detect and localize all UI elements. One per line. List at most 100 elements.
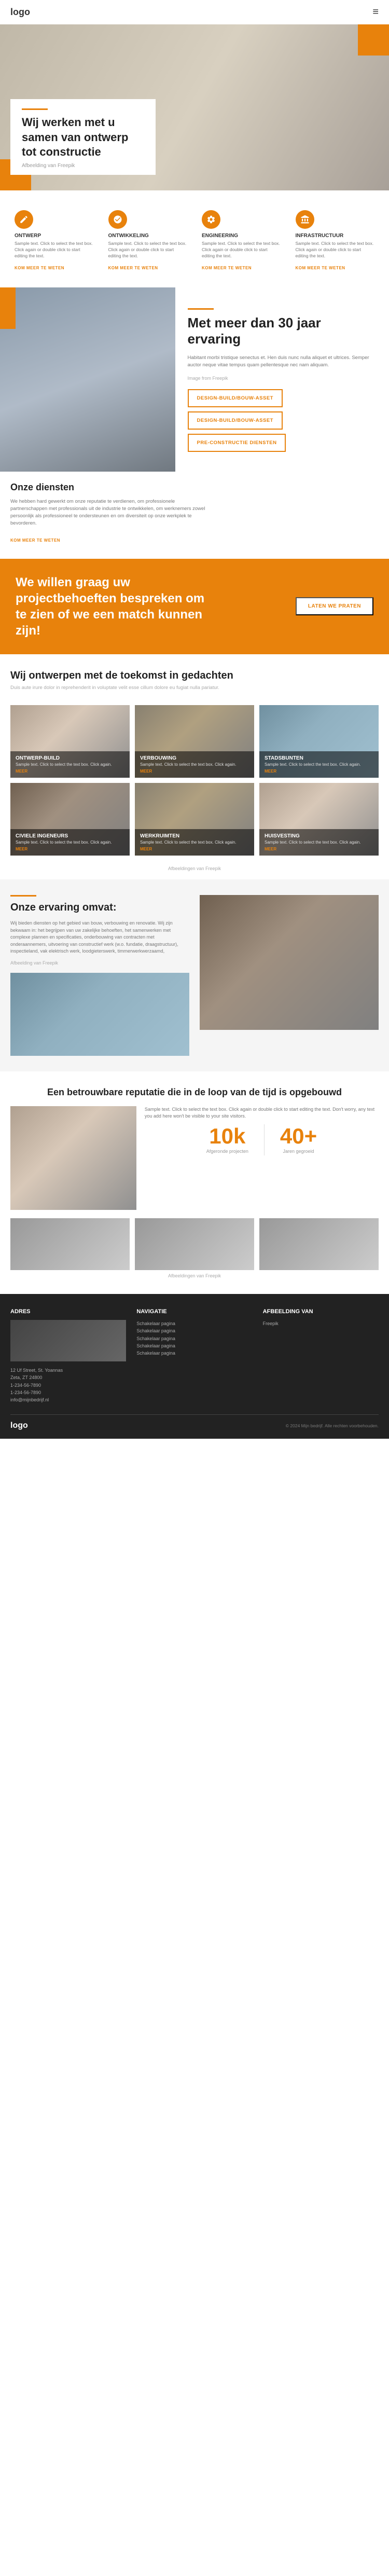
service-icon-engineering xyxy=(202,210,220,229)
stat-10k-label: Afgeronde projecten xyxy=(206,1149,248,1154)
diensten-btn-1[interactable]: DESIGN-BUILD/BOUW-ASSET xyxy=(188,411,283,430)
footer-bottom: logo © 2024 Mijn bedrijf. Alle rechten v… xyxy=(10,1414,379,1430)
project-more-4[interactable]: MEER xyxy=(140,847,249,851)
project-more-1[interactable]: MEER xyxy=(140,769,249,774)
orange-underline xyxy=(22,108,48,110)
service-icon-infrastructuur xyxy=(296,210,314,229)
footer-nav-link-1[interactable]: Schakelaar pagina xyxy=(136,1327,252,1334)
orange-accent-top-right xyxy=(358,24,389,56)
footer-address-line1: Zeta, ZT 24800 xyxy=(10,1374,126,1381)
stat-divider xyxy=(264,1124,265,1155)
reputatie-small-img-1 xyxy=(135,1218,254,1270)
project-card-2: STADSBUNTEN Sample text. Click to select… xyxy=(259,705,379,778)
orange-accent-ervaring xyxy=(10,895,36,897)
project-desc-3: Sample text. Click to select the text bo… xyxy=(16,840,124,845)
stat-block-10k: 10k Afgeronde projecten xyxy=(206,1125,248,1154)
service-label-2: ENGINEERING xyxy=(202,233,281,239)
project-title-5: HUISVESTING xyxy=(265,833,373,839)
hero-text-box: Wij werken met u samen van ontwerp tot c… xyxy=(10,99,156,175)
toekomst-section: Wij ontwerpen met de toekomst in gedacht… xyxy=(0,654,389,705)
reputatie-heading: Een betrouwbare reputatie die in de loop… xyxy=(10,1087,379,1098)
footer-nav-link-4[interactable]: Schakelaar pagina xyxy=(136,1349,252,1357)
reputatie-small-img-2 xyxy=(259,1218,379,1270)
footer-address-line0: 12 Uf Street, St. Yoannas xyxy=(10,1367,126,1374)
service-text-1: Sample text. Click to select the text bo… xyxy=(108,241,188,259)
footer-email[interactable]: info@mijnbedrijf.nl xyxy=(10,1396,126,1403)
reputatie-section: Een betrouwbare reputatie die in de loop… xyxy=(0,1071,389,1294)
project-title-3: CIVIELE INGENEURS xyxy=(16,833,124,839)
ervaring-text-panel: Onze ervaring omvat: Wij bieden diensten… xyxy=(10,895,189,1056)
orange-accent-line xyxy=(188,308,214,310)
project-title-2: STADSBUNTEN xyxy=(265,755,373,761)
service-icon-ontwikkeling xyxy=(108,210,127,229)
experience-caption: Image from Freepik xyxy=(188,376,377,381)
hero-section: Wij werken met u samen van ontwerp tot c… xyxy=(0,24,389,190)
project-title-4: WERKRUIMTEN xyxy=(140,833,249,839)
footer-col-credits: AFBEELDING VAN Freepik xyxy=(263,1308,379,1404)
footer-nav-link-2[interactable]: Schakelaar pagina xyxy=(136,1335,252,1342)
nav-logo: logo xyxy=(10,7,30,18)
service-link-1[interactable]: KOM MEER TE WETEN xyxy=(108,266,158,270)
service-text-3: Sample text. Click to select the text bo… xyxy=(296,241,375,259)
cta-text: We willen graag uw projectbehoeften besp… xyxy=(16,574,213,639)
project-title-0: ONTWERP-BUILD xyxy=(16,755,124,761)
footer-logo: logo xyxy=(10,1421,28,1430)
diensten-heading: Onze diensten xyxy=(10,482,213,493)
reputatie-small-img-0 xyxy=(10,1218,130,1270)
footer-phone2: 1-234-56-7890 xyxy=(10,1389,126,1396)
service-link-0[interactable]: KOM MEER TE WETEN xyxy=(15,266,64,270)
diensten-cta[interactable]: KOM MEER TE WETEN xyxy=(10,538,60,543)
service-text-2: Sample text. Click to select the text bo… xyxy=(202,241,281,259)
footer-nav-link-0[interactable]: Schakelaar pagina xyxy=(136,1320,252,1327)
project-desc-2: Sample text. Click to select the text bo… xyxy=(265,762,373,767)
footer: ADRES 12 Uf Street, St. Yoannas Zeta, ZT… xyxy=(0,1294,389,1439)
ervaring-image-panel xyxy=(200,895,379,1030)
project-label-4: WERKRUIMTEN Sample text. Click to select… xyxy=(135,829,254,856)
service-card-ontwikkeling: ONTWIKKELING Sample text. Click to selec… xyxy=(104,205,192,277)
project-grid: ONTWERP-BUILD Sample text. Click to sele… xyxy=(0,705,389,866)
project-card-1: VERBOUWING Sample text. Click to select … xyxy=(135,705,254,778)
service-text-0: Sample text. Click to select the text bo… xyxy=(15,241,94,259)
diensten-body: We hebben hard gewerkt om onze reputatie… xyxy=(10,498,213,528)
service-link-2[interactable]: KOM MEER TE WETEN xyxy=(202,266,252,270)
diensten-content: Onze diensten We hebben hard gewerkt om … xyxy=(10,482,213,544)
ervaring-caption: Afbeelding van Freepik xyxy=(10,960,189,966)
diensten-btn-2[interactable]: PRE-CONSTRUCTIE DIENSTEN xyxy=(188,434,286,452)
reputatie-imgs-caption: Afbeeldingen van Freepik xyxy=(10,1273,379,1278)
project-desc-5: Sample text. Click to select the text bo… xyxy=(265,840,373,845)
ervaring-heading: Onze ervaring omvat: xyxy=(10,902,189,914)
services-grid: ONTWERP Sample text. Click to select the… xyxy=(10,205,379,277)
project-more-5[interactable]: MEER xyxy=(265,847,373,851)
hero-caption: Afbeelding van Freepik xyxy=(22,163,144,169)
ervaring-section: Onze ervaring omvat: Wij bieden diensten… xyxy=(0,879,389,1071)
project-desc-1: Sample text. Click to select the text bo… xyxy=(140,762,249,767)
cta-button[interactable]: LATEN WE PRATEN xyxy=(296,597,373,615)
ervaring-secondary-image xyxy=(10,973,189,1056)
service-link-3[interactable]: KOM MEER TE WETEN xyxy=(296,266,345,270)
diensten-section: Onze diensten We hebben hard gewerkt om … xyxy=(0,472,389,559)
service-icon-ontwerp xyxy=(15,210,33,229)
footer-col3-caption: Freepik xyxy=(263,1320,379,1327)
reputatie-body: Sample text. Click to select the text bo… xyxy=(145,1106,379,1120)
reputatie-content: Sample text. Click to select the text bo… xyxy=(10,1106,379,1210)
nav-hamburger[interactable]: ≡ xyxy=(372,6,379,18)
experience-title: Met meer dan 30 jaar ervaring xyxy=(188,315,377,347)
service-card-engineering: ENGINEERING Sample text. Click to select… xyxy=(198,205,285,277)
experience-body: Habitant morbi tristique senectus et. He… xyxy=(188,354,377,369)
service-label-3: INFRASTRUCTUUR xyxy=(296,233,375,239)
project-more-3[interactable]: MEER xyxy=(16,847,124,851)
footer-phone1: 1-234-56-7890 xyxy=(10,1382,126,1389)
project-more-0[interactable]: MEER xyxy=(16,769,124,774)
footer-col-address: ADRES 12 Uf Street, St. Yoannas Zeta, ZT… xyxy=(10,1308,126,1404)
footer-nav-link-3[interactable]: Schakelaar pagina xyxy=(136,1342,252,1349)
diensten-btn-0[interactable]: DESIGN-BUILD/BOUW-ASSET xyxy=(188,389,283,407)
footer-copyright: © 2024 Mijn bedrijf. Alle rechten voorbe… xyxy=(286,1423,379,1428)
services-section: ONTWERP Sample text. Click to select the… xyxy=(0,190,389,287)
project-more-2[interactable]: MEER xyxy=(265,769,373,774)
toekomst-subtext: Duis aute irure dolor in reprehenderit i… xyxy=(10,685,379,691)
project-title-1: VERBOUWING xyxy=(140,755,249,761)
ervaring-body: Wij bieden diensten op het gebied van bo… xyxy=(10,920,189,955)
reputatie-text-panel: Sample text. Click to select the text bo… xyxy=(145,1106,379,1166)
project-label-1: VERBOUWING Sample text. Click to select … xyxy=(135,751,254,778)
project-desc-4: Sample text. Click to select the text bo… xyxy=(140,840,249,845)
